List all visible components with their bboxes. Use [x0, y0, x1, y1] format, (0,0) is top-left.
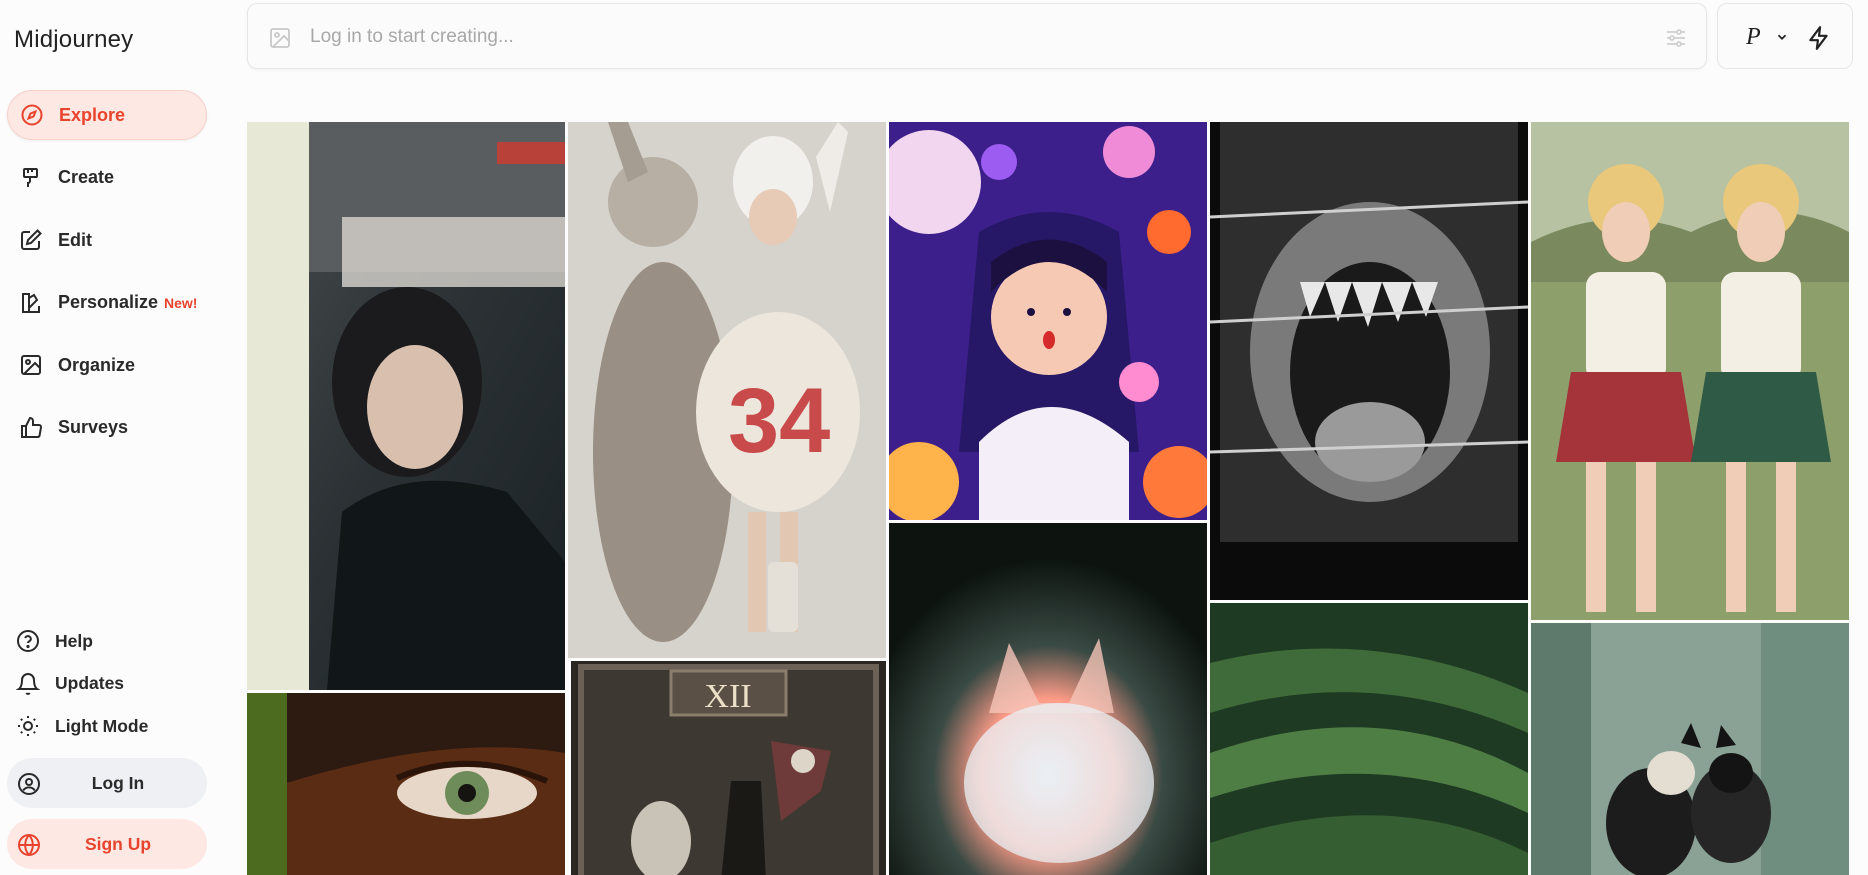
gallery-tile-cats-doorway[interactable]: [1531, 623, 1849, 875]
tarot-numeral: XII: [704, 678, 751, 715]
brush-icon: [18, 165, 44, 191]
sidebar: Midjourney Explore Create Edit Personali…: [0, 0, 218, 875]
gallery-tile-robot-rabbit-girl[interactable]: 34: [568, 122, 886, 658]
lightning-icon[interactable]: [1806, 25, 1832, 51]
sidebar-item-surveys[interactable]: Surveys: [7, 403, 207, 453]
sidebar-item-label: Explore: [59, 104, 126, 125]
thumbs-up-icon: [18, 415, 44, 441]
help-link[interactable]: Help: [7, 625, 207, 657]
explore-gallery: 34 XII: [247, 122, 1849, 875]
gallery-tile-film-portrait-woman[interactable]: [247, 122, 565, 690]
prompt-bar: [247, 3, 1707, 69]
gallery-tile-mouth-barbed-wire[interactable]: [1210, 122, 1528, 600]
gallery-tile-eye-closeup[interactable]: [247, 693, 565, 875]
svg-text:34: 34: [728, 370, 830, 472]
sidebar-item-label: Edit: [58, 229, 92, 250]
sidebar-item-label: Create: [58, 167, 115, 187]
updates-label: Updates: [55, 673, 125, 693]
signup-button[interactable]: Sign Up: [7, 819, 207, 869]
sun-icon: [15, 713, 41, 739]
sidebar-item-label: Organize: [58, 354, 136, 375]
user-circle-icon: [16, 771, 42, 797]
image-upload-icon[interactable]: [268, 26, 292, 50]
updates-link[interactable]: Updates: [7, 668, 207, 700]
image-icon: [18, 352, 44, 378]
sidebar-item-create[interactable]: Create: [7, 153, 207, 203]
help-icon: [15, 628, 41, 654]
sidebar-nav: Explore Create Edit Personalize New! Org…: [7, 90, 207, 465]
mode-selector[interactable]: P: [1717, 3, 1853, 69]
sidebar-item-edit[interactable]: Edit: [7, 215, 207, 265]
gallery-tile-pinup-golf-girls[interactable]: [1531, 122, 1849, 620]
edit-icon: [18, 227, 44, 253]
sidebar-item-label: Surveys: [58, 417, 129, 437]
compass-icon: [19, 102, 45, 128]
sidebar-item-label: Personalize: [58, 292, 159, 312]
gallery-tile-glowing-fox[interactable]: [889, 523, 1207, 875]
brand-title[interactable]: Midjourney: [14, 26, 133, 54]
light-mode-toggle[interactable]: Light Mode: [7, 710, 207, 742]
bell-icon: [15, 671, 41, 697]
globe-icon: [16, 832, 42, 858]
prompt-input[interactable]: [310, 22, 1610, 52]
sidebar-item-organize[interactable]: Organize: [7, 340, 207, 390]
gallery-tile-tarot-card-xii[interactable]: XII: [571, 661, 886, 875]
chevron-down-icon: [1777, 34, 1787, 40]
sidebar-utilities: Help Updates Light Mode: [7, 625, 207, 753]
gallery-tile-cartoon-girl-purple[interactable]: [889, 122, 1207, 520]
sidebar-item-personalize[interactable]: Personalize New!: [7, 278, 207, 328]
sliders-icon[interactable]: [1664, 26, 1688, 50]
personalize-icon: [18, 290, 44, 316]
mode-letter: P: [1746, 24, 1761, 50]
gallery-tile-green-dunes[interactable]: [1210, 603, 1528, 875]
sidebar-item-explore[interactable]: Explore: [7, 90, 207, 140]
login-button[interactable]: Log In: [7, 758, 207, 808]
light-mode-label: Light Mode: [55, 715, 149, 736]
help-label: Help: [55, 630, 93, 651]
new-badge: New!: [164, 294, 198, 311]
